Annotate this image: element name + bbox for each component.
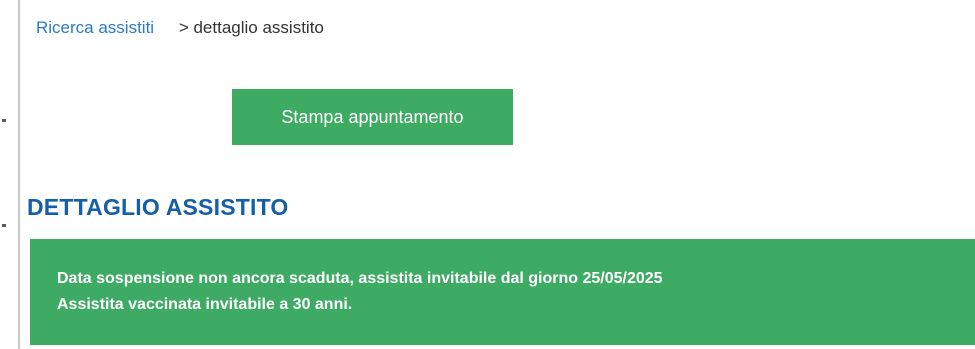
edge-mark <box>2 119 6 122</box>
alert-line-vaccinated: Assistita vaccinata invitabile a 30 anni… <box>57 296 353 313</box>
section-title: DETTAGLIO ASSISTITO <box>27 194 289 220</box>
edge-mark <box>2 224 6 227</box>
breadcrumb-current-page: > dettaglio assistito <box>178 18 324 37</box>
page: Ricerca assistiti > dettaglio assistito … <box>0 0 975 349</box>
alert-line-suspension: Data sospensione non ancora scaduta, ass… <box>57 270 663 287</box>
left-page-edge <box>0 0 18 349</box>
breadcrumb-link-ricerca-assistiti[interactable]: Ricerca assistiti <box>36 18 154 37</box>
status-alert: Data sospensione non ancora scaduta, ass… <box>30 239 975 345</box>
print-appointment-button[interactable]: Stampa appuntamento <box>232 89 513 145</box>
breadcrumb: Ricerca assistiti > dettaglio assistito <box>36 17 324 39</box>
